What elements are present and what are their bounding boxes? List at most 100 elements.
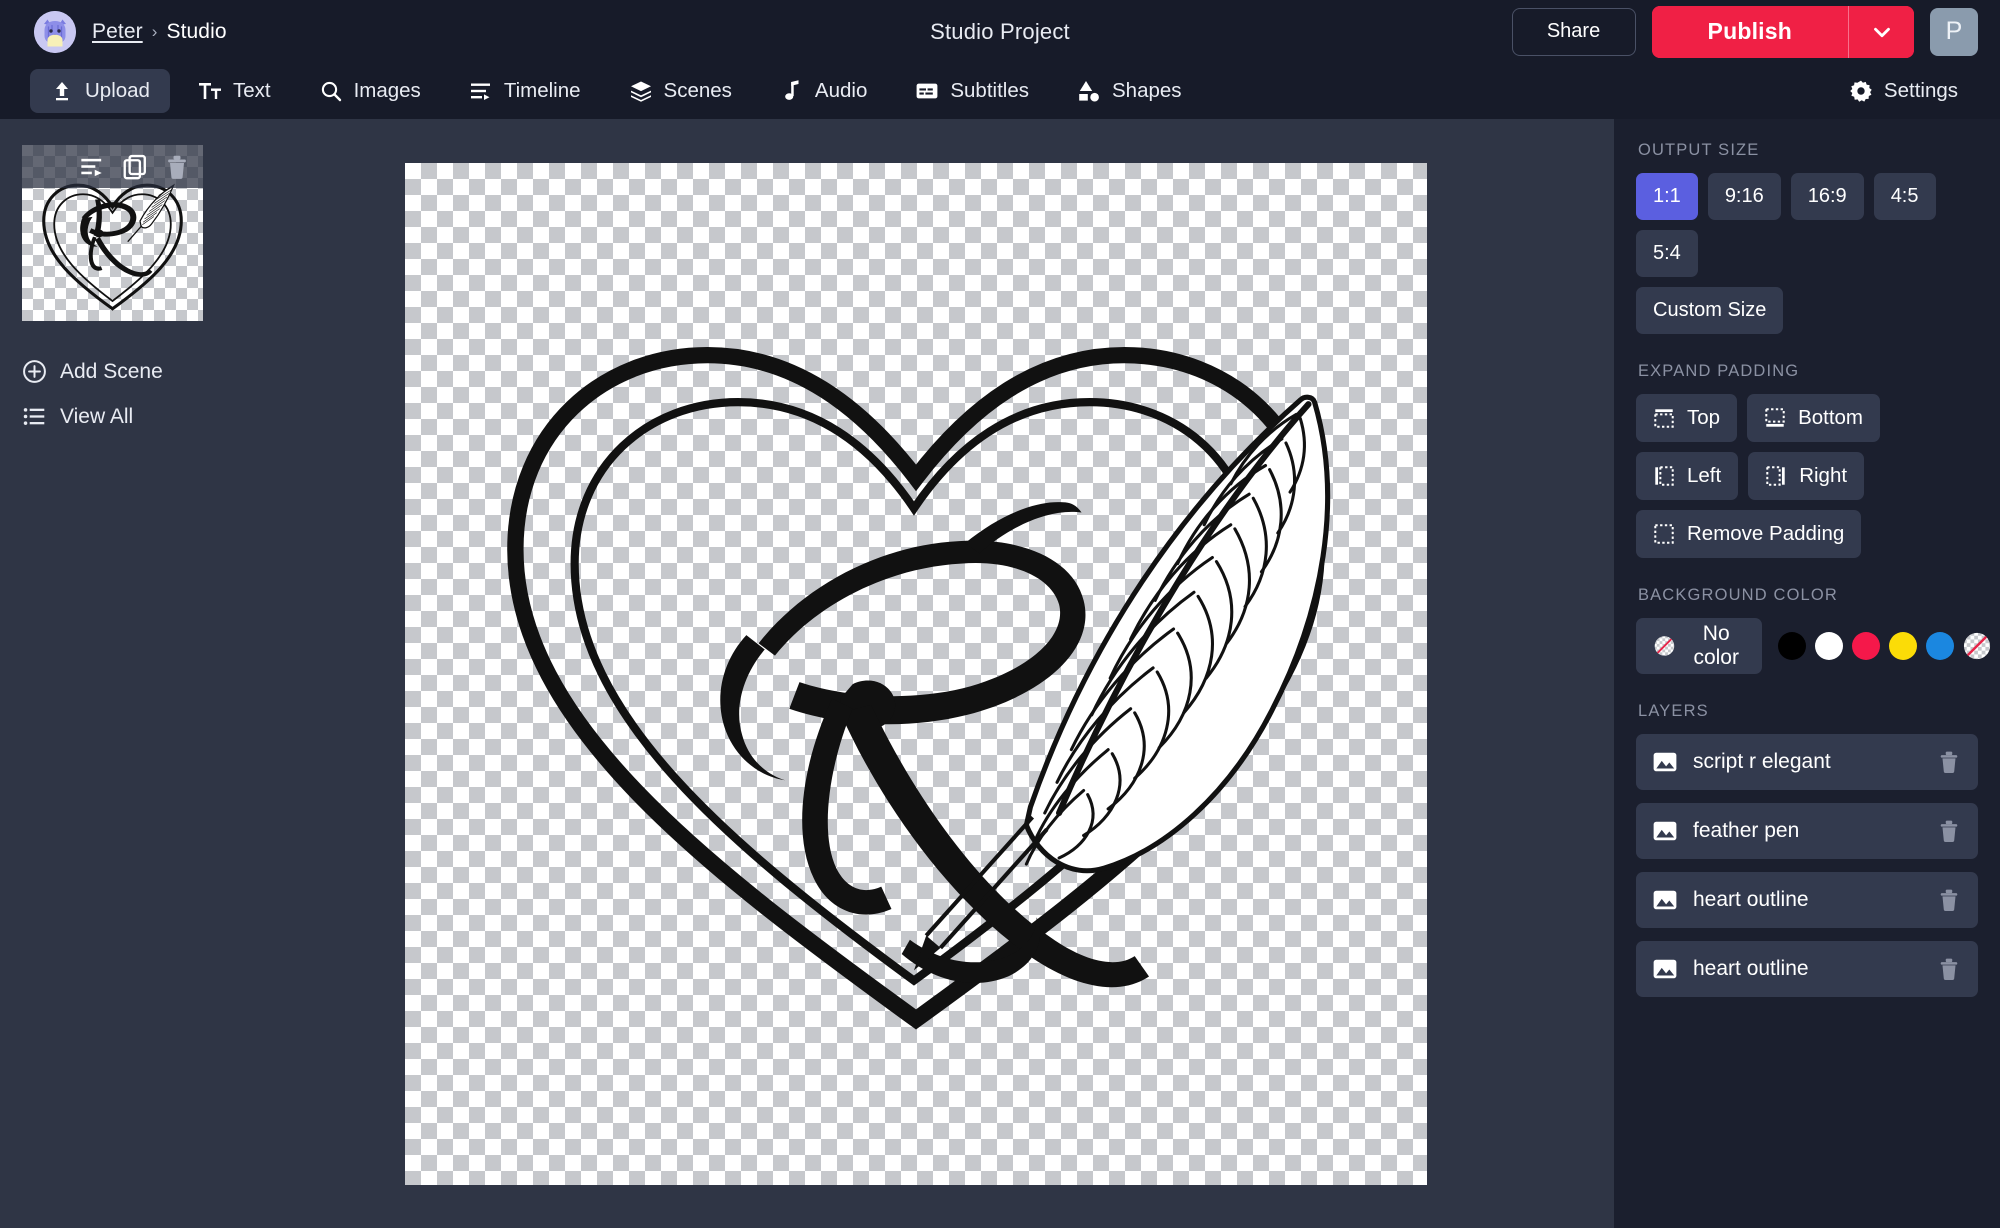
image-icon: [1653, 752, 1677, 772]
scenes-rail: Add Scene View All: [0, 119, 218, 1228]
duplicate-icon[interactable]: [121, 153, 149, 181]
delete-icon[interactable]: [1936, 818, 1962, 844]
studio-app: Peter › Studio Studio Project Share Publ…: [0, 0, 2000, 1228]
output-size-9-16[interactable]: 9:16: [1707, 173, 1781, 220]
list-icon: [23, 408, 45, 425]
swatch-blue[interactable]: [1925, 632, 1954, 660]
color-swatches: [1777, 632, 1991, 660]
output-size-4-5[interactable]: 4:5: [1873, 173, 1936, 220]
publish-dropdown-button[interactable]: [1848, 5, 1914, 58]
delete-icon[interactable]: [1936, 887, 1962, 913]
music-note-icon: [785, 80, 799, 100]
swatch-black[interactable]: [1777, 632, 1806, 660]
add-scene-label: Add Scene: [60, 359, 163, 383]
output-size-options: 1:1 9:16 16:9 4:5 5:4: [1636, 173, 1978, 277]
breadcrumb-separator: ›: [151, 21, 158, 41]
layer-item[interactable]: heart outline: [1636, 872, 1978, 928]
tab-text[interactable]: Text: [178, 69, 291, 113]
pad-top-button[interactable]: Top: [1636, 394, 1738, 442]
editor-canvas[interactable]: [405, 162, 1427, 1185]
layer-item[interactable]: heart outline: [1636, 941, 1978, 997]
image-icon: [1653, 959, 1677, 979]
main-toolbar: Upload Text Images Timeline Scenes Audio…: [0, 63, 2000, 119]
properties-panel: OUTPUT SIZE 1:1 9:16 16:9 4:5 5:4 Custom…: [1614, 119, 2000, 1228]
delete-icon[interactable]: [1936, 749, 1962, 775]
pad-right-label: Right: [1799, 464, 1848, 487]
layer-name: heart outline: [1693, 957, 1809, 980]
view-all-label: View All: [60, 404, 134, 428]
tab-images-label: Images: [353, 79, 421, 102]
brand-area: Peter › Studio: [34, 10, 227, 53]
view-all-button[interactable]: View All: [22, 394, 133, 439]
avatar[interactable]: [34, 10, 76, 53]
add-scene-button[interactable]: Add Scene: [22, 349, 163, 394]
top-bar-actions: Share Publish P: [1511, 5, 1978, 58]
output-size-label: OUTPUT SIZE: [1638, 141, 1760, 159]
layer-list: script r elegant feather pen heart outli…: [1636, 734, 1978, 997]
text-icon: [198, 83, 221, 99]
pad-bottom-button[interactable]: Bottom: [1747, 394, 1881, 442]
share-button[interactable]: Share: [1511, 7, 1636, 56]
plus-circle-icon: [23, 360, 46, 383]
background-color-row: No color: [1636, 618, 1990, 674]
padding-row-3: Remove Padding: [1636, 510, 1978, 558]
tab-upload-label: Upload: [85, 79, 150, 102]
delete-icon[interactable]: [163, 153, 191, 181]
tab-audio-label: Audio: [814, 79, 868, 102]
gear-icon: [1850, 80, 1872, 102]
user-avatar-button[interactable]: P: [1930, 7, 1978, 56]
tab-audio[interactable]: Audio: [760, 69, 887, 113]
layer-item[interactable]: script r elegant: [1636, 734, 1978, 790]
pad-right-button[interactable]: Right: [1748, 452, 1865, 500]
settings-button[interactable]: Settings: [1829, 69, 1978, 113]
pad-left-button[interactable]: Left: [1636, 452, 1739, 500]
layer-name: script r elegant: [1693, 750, 1831, 773]
publish-button-group: Publish: [1651, 5, 1914, 58]
breadcrumb-user-link[interactable]: Peter: [92, 20, 143, 44]
tab-shapes[interactable]: Shapes: [1057, 69, 1202, 113]
delete-icon[interactable]: [1936, 956, 1962, 982]
shapes-icon: [1079, 81, 1099, 102]
remove-padding-label: Remove Padding: [1687, 522, 1845, 545]
pad-bottom-icon: [1765, 408, 1785, 427]
tab-images[interactable]: Images: [299, 69, 441, 113]
expand-padding-label: EXPAND PADDING: [1638, 362, 1800, 380]
no-color-label: No color: [1693, 622, 1739, 669]
padding-row-2: Left Right: [1636, 452, 1978, 500]
tab-scenes[interactable]: Scenes: [609, 69, 752, 113]
background-color-label: BACKGROUND COLOR: [1638, 586, 1838, 604]
image-icon: [1653, 821, 1677, 841]
swatch-red[interactable]: [1851, 632, 1880, 660]
no-color-button[interactable]: No color: [1636, 618, 1762, 674]
scene-rail-actions: Add Scene View All: [22, 349, 218, 439]
output-size-5-4[interactable]: 5:4: [1636, 230, 1698, 277]
tab-timeline[interactable]: Timeline: [449, 69, 601, 113]
output-size-16-9[interactable]: 16:9: [1790, 173, 1864, 220]
layer-name: heart outline: [1693, 888, 1809, 911]
output-size-1-1[interactable]: 1:1: [1636, 173, 1698, 220]
publish-button[interactable]: Publish: [1651, 5, 1848, 58]
layer-item[interactable]: feather pen: [1636, 803, 1978, 859]
swatch-yellow[interactable]: [1888, 632, 1917, 660]
pad-left-icon: [1655, 466, 1674, 486]
search-icon: [321, 81, 341, 102]
custom-size-button[interactable]: Custom Size: [1636, 287, 1784, 334]
scene-thumbnail[interactable]: [22, 145, 203, 321]
reorder-icon[interactable]: [79, 153, 107, 181]
tab-subtitles[interactable]: Subtitles: [895, 69, 1049, 113]
pad-left-label: Left: [1687, 464, 1722, 487]
swatch-white[interactable]: [1814, 632, 1843, 660]
top-bar: Peter › Studio Studio Project Share Publ…: [0, 0, 2000, 63]
canvas-area: [218, 119, 1614, 1228]
layers-label: LAYERS: [1638, 702, 1709, 720]
timeline-icon: [470, 83, 490, 100]
subtitles-icon: [916, 83, 938, 99]
pad-top-icon: [1654, 409, 1674, 428]
remove-padding-button[interactable]: Remove Padding: [1636, 510, 1862, 558]
swatch-transparent[interactable]: [1963, 632, 1991, 660]
tab-timeline-label: Timeline: [503, 79, 581, 102]
padding-row-1: Top Bottom: [1636, 394, 1978, 442]
tab-upload[interactable]: Upload: [30, 69, 170, 113]
chevron-down-icon: [1873, 27, 1890, 37]
canvas-artwork: [507, 346, 1331, 1030]
